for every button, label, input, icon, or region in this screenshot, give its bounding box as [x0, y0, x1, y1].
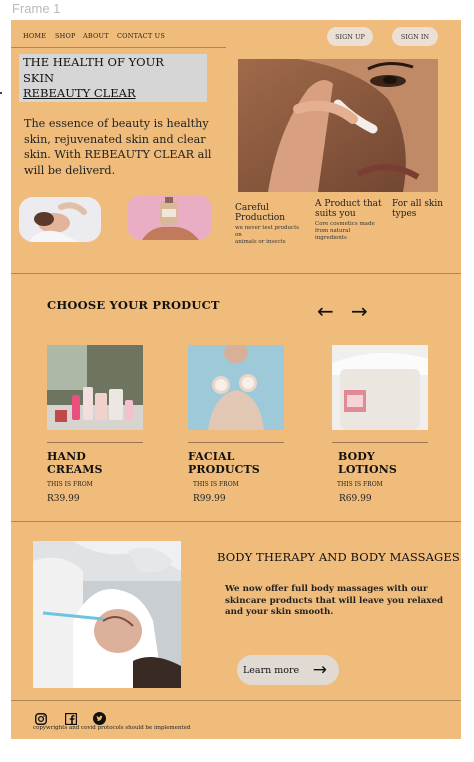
sign-up-button[interactable]: SIGN UP [327, 27, 373, 46]
product-from-label: THIS IS FROM [337, 481, 383, 488]
feature-desc: we never test products on animals or ins… [235, 225, 300, 245]
arrow-right-icon[interactable]: → [351, 301, 368, 321]
arrow-left-icon[interactable]: ← [317, 301, 334, 321]
facebook-icon[interactable] [65, 710, 78, 726]
product-price: R39.99 [47, 494, 80, 504]
therapy-image [33, 541, 181, 688]
learn-more-label: Learn more [243, 664, 300, 676]
product-name: BODY LOTIONS [338, 450, 397, 476]
product-card-hand-creams[interactable]: HAND CREAMS THIS IS FROM R39.99 [47, 345, 143, 504]
product-divider [188, 442, 284, 443]
thumb-serum-bottle [127, 195, 212, 240]
product-from-label: THIS IS FROM [47, 481, 93, 488]
product-card-facial-products[interactable]: FACIAL PRODUCTS THIS IS FROM R99.99 [188, 345, 284, 504]
product-divider [47, 442, 143, 443]
instagram-icon[interactable] [35, 710, 47, 725]
feature-desc: Core cosmetics made from natural ingredi… [315, 221, 375, 241]
product-price: R99.99 [193, 494, 226, 504]
section-divider [11, 521, 461, 522]
footer-divider [11, 700, 461, 701]
edge-marker [0, 92, 2, 94]
hero-title-line2: SKIN [23, 70, 55, 85]
twitter-icon[interactable] [93, 710, 106, 725]
product-name: FACIAL PRODUCTS [188, 450, 260, 476]
product-image-body-lotions [332, 345, 428, 430]
nav-link-about[interactable]: ABOUT [83, 32, 109, 40]
hero-text: The essence of beauty is healthy skin, r… [24, 117, 212, 177]
feature-all-skin-types: For all skin types [392, 199, 452, 219]
therapy-title: BODY THERAPY AND BODY MASSAGES [217, 550, 460, 564]
hero-title: THE HEALTH OF YOUR SKIN REBEAUTY CLEAR [19, 54, 207, 102]
hero-image-face-cream [238, 59, 438, 192]
product-image-facial-products [188, 345, 284, 430]
product-divider [332, 442, 428, 443]
frame-label: Frame 1 [12, 1, 61, 16]
arrow-right-icon: → [312, 660, 327, 680]
hero-title-brand: REBEAUTY CLEAR [23, 86, 136, 100]
product-price: R69.99 [339, 494, 372, 504]
landing-page: HOME SHOP ABOUT CONTACT US SIGN UP SIGN … [11, 20, 461, 739]
product-image-hand-creams [47, 345, 143, 430]
copyright-text: copywrights and covid protocols should b… [33, 725, 191, 731]
learn-more-button[interactable]: Learn more → [237, 655, 339, 685]
thumb-facial-treatment [19, 197, 101, 242]
nav-link-home[interactable]: HOME [23, 32, 46, 40]
nav-link-shop[interactable]: SHOP [55, 32, 76, 40]
product-card-body-lotions[interactable]: BODY LOTIONS THIS IS FROM R69.99 [332, 345, 428, 504]
feature-careful-production: Careful Production we never test product… [235, 203, 307, 246]
top-nav: HOME SHOP ABOUT CONTACT US SIGN UP SIGN … [11, 20, 461, 50]
feature-title: Careful Production [235, 203, 286, 223]
therapy-text: We now offer full body massages with our… [225, 584, 444, 617]
product-name: HAND CREAMS [47, 450, 103, 476]
sign-in-button[interactable]: SIGN IN [392, 27, 438, 46]
product-from-label: THIS IS FROM [193, 481, 239, 488]
nav-divider [11, 47, 226, 48]
section-divider [11, 273, 461, 274]
feature-product-suits-you: A Product that suits you Core cosmetics … [315, 199, 387, 242]
products-title: CHOOSE YOUR PRODUCT [47, 298, 220, 312]
nav-link-contact-us[interactable]: CONTACT US [117, 32, 165, 40]
feature-title: A Product that suits you [315, 199, 382, 219]
feature-title: For all skin types [392, 199, 444, 219]
hero-title-line1: THE HEALTH OF YOUR [23, 55, 164, 69]
